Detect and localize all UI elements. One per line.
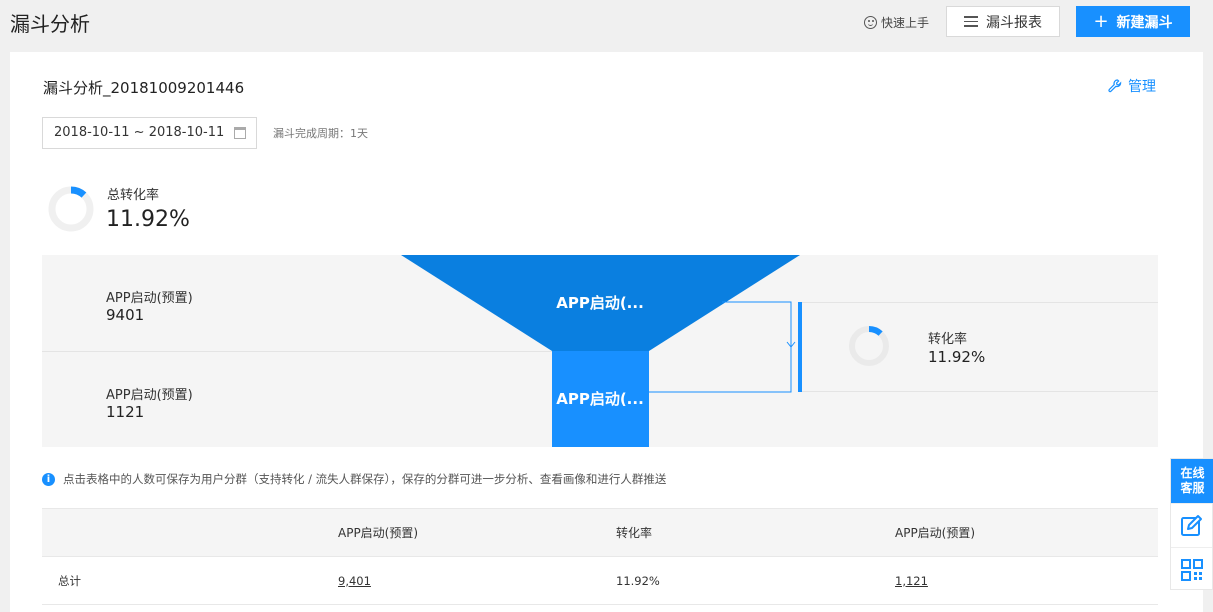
funnel-shapes: APP启动(... APP启动(... bbox=[401, 255, 800, 447]
overall-rate-ring bbox=[48, 186, 94, 232]
conversion-rate-value: 11.92% bbox=[928, 348, 986, 366]
manage-link[interactable]: 管理 bbox=[1108, 76, 1156, 96]
feedback-button[interactable] bbox=[1171, 503, 1212, 547]
quick-start-link[interactable]: 快速上手 bbox=[864, 14, 929, 31]
new-funnel-button[interactable]: + 新建漏斗 bbox=[1076, 6, 1190, 37]
overall-rate-value: 11.92% bbox=[106, 207, 190, 232]
qrcode-icon bbox=[1180, 558, 1203, 581]
table-row-name: 总计 bbox=[58, 573, 81, 588]
top-bar: 漏斗分析 快速上手 漏斗报表 + 新建漏斗 bbox=[0, 0, 1213, 52]
table-header-rate: 转化率 bbox=[616, 526, 653, 540]
conversion-rate-ring bbox=[849, 326, 889, 366]
quick-start-label: 快速上手 bbox=[881, 16, 930, 30]
step-2-count-link[interactable]: 1,121 bbox=[895, 574, 928, 588]
date-range-value: 2018-10-11 ~ 2018-10-11 bbox=[54, 125, 225, 140]
funnel-report-button[interactable]: 漏斗报表 bbox=[946, 6, 1060, 37]
online-support-label: 在线客服 bbox=[1180, 466, 1205, 495]
info-tip: i 点击表格中的人数可保存为用户分群（支持转化 / 流失人群保存），保存的分群可… bbox=[42, 471, 666, 487]
step-1-count-link[interactable]: 9,401 bbox=[338, 574, 371, 588]
completion-cycle: 漏斗完成周期：1天 bbox=[273, 127, 368, 140]
smile-icon bbox=[864, 16, 877, 29]
edit-icon bbox=[1180, 514, 1202, 536]
table-header-step-2: APP启动(预置) bbox=[895, 526, 976, 540]
online-support-button[interactable]: 在线客服 bbox=[1171, 459, 1213, 503]
date-range-picker[interactable]: 2018-10-11 ~ 2018-10-11 bbox=[42, 117, 257, 149]
table-row: 总计 9,401 11.92% 1,121 bbox=[42, 557, 1158, 605]
info-tip-text: 点击表格中的人数可保存为用户分群（支持转化 / 流失人群保存），保存的分群可进一… bbox=[63, 472, 667, 486]
overall-rate-label: 总转化率 bbox=[107, 188, 160, 203]
funnel-step-2-text: APP启动(... bbox=[556, 390, 644, 408]
page-title: 漏斗分析 bbox=[10, 12, 90, 36]
funnel-chart: APP启动(预置) 9401 APP启动(预置) 1121 APP启动(... … bbox=[42, 255, 1158, 447]
funnel-card: 漏斗分析_20181009201446 管理 2018-10-11 ~ 2018… bbox=[10, 52, 1203, 612]
funnel-name: 漏斗分析_20181009201446 bbox=[43, 79, 245, 97]
table-row-rate: 11.92% bbox=[616, 573, 660, 588]
info-icon: i bbox=[42, 472, 55, 486]
wrench-icon bbox=[1108, 79, 1122, 93]
funnel-step-1-text: APP启动(... bbox=[556, 294, 644, 312]
manage-label: 管理 bbox=[1128, 79, 1156, 95]
qrcode-button[interactable] bbox=[1171, 547, 1212, 591]
new-funnel-label: 新建漏斗 bbox=[1116, 14, 1173, 31]
conversion-rate-label: 转化率 bbox=[928, 332, 968, 347]
conversion-box: 转化率 11.92% bbox=[802, 302, 1158, 392]
table-header-step-1: APP启动(预置) bbox=[338, 526, 419, 540]
floating-toolbar: 在线客服 bbox=[1170, 458, 1213, 590]
funnel-table: APP启动(预置) 转化率 APP启动(预置) 总计 9,401 11.92% … bbox=[42, 508, 1158, 605]
list-icon bbox=[964, 16, 978, 27]
table-header: APP启动(预置) 转化率 APP启动(预置) bbox=[42, 508, 1158, 557]
calendar-icon bbox=[234, 127, 246, 139]
funnel-report-label: 漏斗报表 bbox=[986, 14, 1042, 31]
plus-icon: + bbox=[1093, 10, 1109, 32]
